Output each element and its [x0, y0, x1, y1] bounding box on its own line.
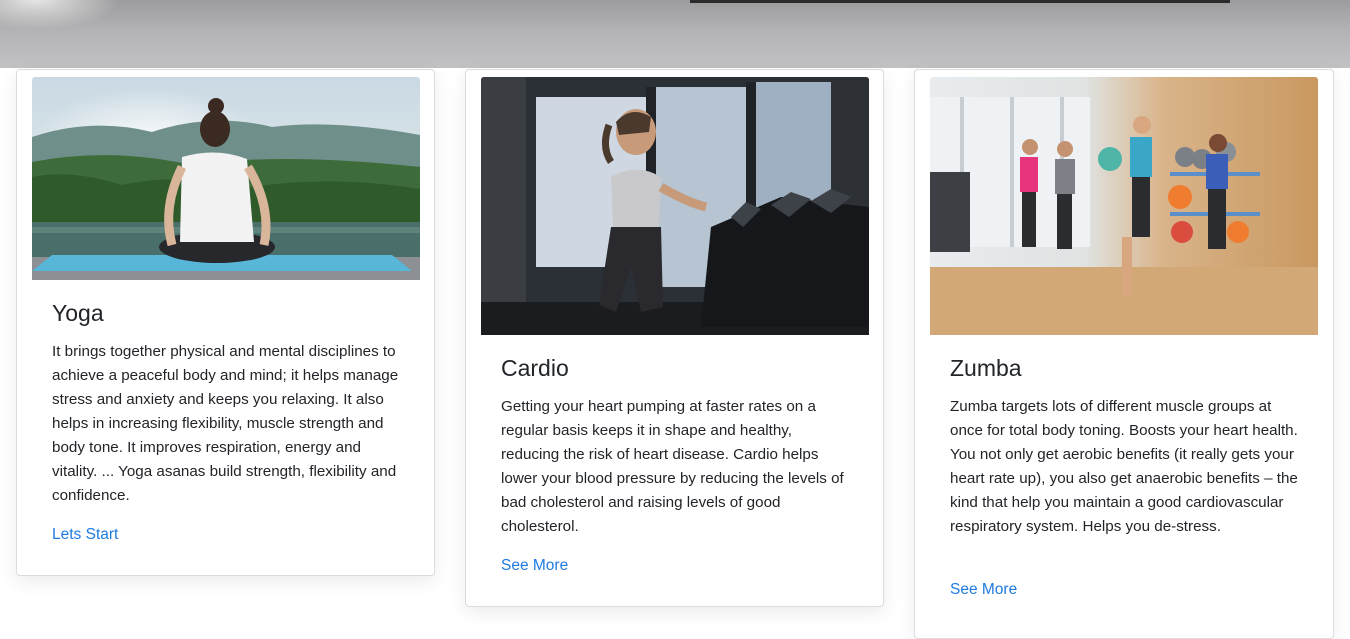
hero-banner-image — [0, 0, 1350, 68]
yoga-image — [32, 77, 420, 280]
cardio-card: Cardio Getting your heart pumping at fas… — [465, 69, 884, 607]
card-description: Getting your heart pumping at faster rat… — [501, 398, 844, 535]
cardio-image — [481, 77, 869, 335]
zumba-card: Zumba Zumba targets lots of different mu… — [914, 69, 1334, 639]
card-title: Yoga — [52, 300, 104, 326]
yoga-card: Yoga It brings together physical and men… — [16, 69, 435, 576]
see-more-link[interactable]: See More — [501, 557, 568, 575]
card-title: Zumba — [950, 355, 1022, 381]
zumba-image — [930, 77, 1318, 335]
lets-start-link[interactable]: Lets Start — [52, 526, 118, 544]
card-description: It brings together physical and mental d… — [52, 343, 399, 504]
card-title: Cardio — [501, 355, 569, 381]
card-description: Zumba targets lots of different muscle g… — [950, 398, 1298, 535]
see-more-link[interactable]: See More — [950, 581, 1017, 599]
